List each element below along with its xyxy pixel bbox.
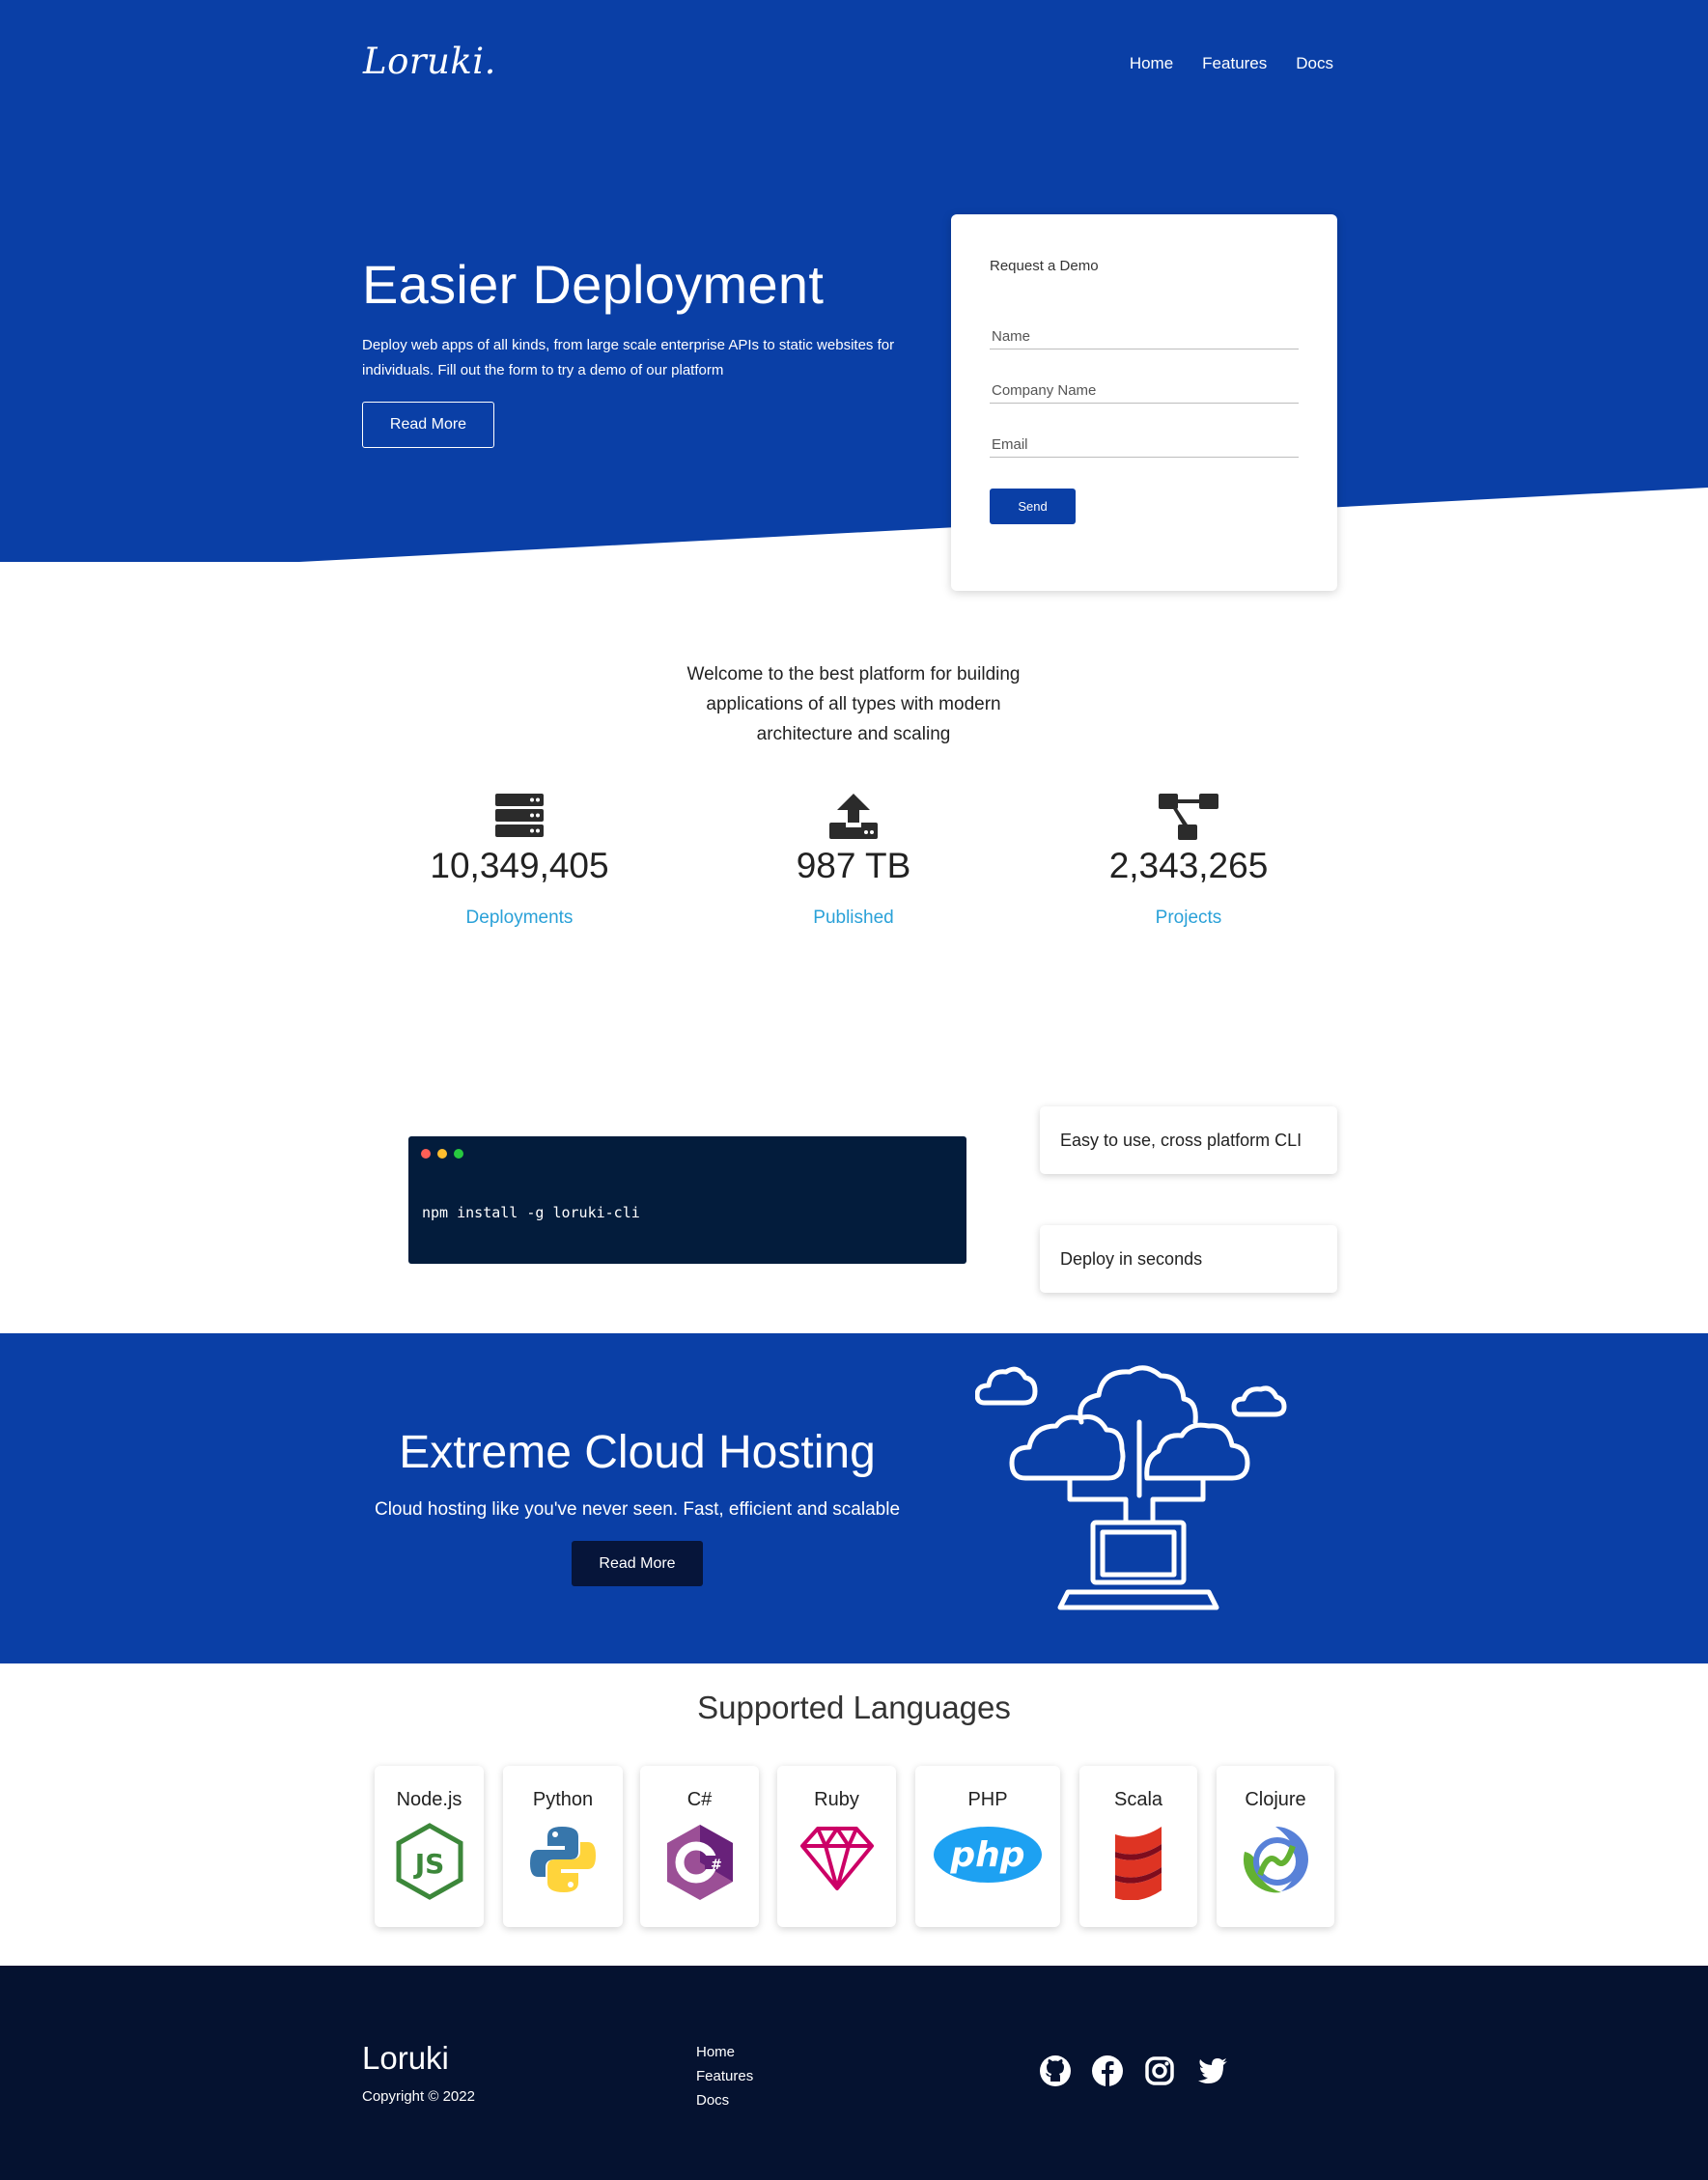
cloud-hosting-section: Extreme Cloud Hosting Cloud hosting like… bbox=[0, 1333, 1708, 1663]
demo-form-title: Request a Demo bbox=[990, 258, 1099, 274]
demo-form-card: Request a Demo Name Company Name Email S… bbox=[951, 214, 1337, 591]
footer-link-features[interactable]: Features bbox=[696, 2068, 753, 2084]
stat-projects: 2,343,265 Projects bbox=[1063, 794, 1314, 929]
maximize-dot bbox=[454, 1149, 463, 1159]
footer-link-home[interactable]: Home bbox=[696, 2044, 753, 2060]
language-name: Scala bbox=[1113, 1789, 1163, 1810]
cloud-laptop-illustration bbox=[975, 1365, 1287, 1610]
server-icon bbox=[394, 794, 645, 842]
svg-text:#: # bbox=[711, 1858, 722, 1873]
footer-copyright: Copyright © 2022 bbox=[362, 2088, 475, 2105]
footer-link-docs[interactable]: Docs bbox=[696, 2092, 753, 2109]
stat-label: Published bbox=[813, 908, 894, 928]
name-field-placeholder: Name bbox=[992, 328, 1031, 345]
stat-value: 987 TB bbox=[796, 846, 911, 885]
footer: Loruki Copyright © 2022 Home Features Do… bbox=[0, 1966, 1708, 2180]
email-field[interactable]: Email bbox=[990, 433, 1299, 458]
email-field-placeholder: Email bbox=[992, 436, 1028, 453]
hero-description: Deploy web apps of all kinds, from large… bbox=[362, 337, 895, 378]
hero-title: Easier Deployment bbox=[362, 254, 825, 315]
feature-card-deploy: Deploy in seconds bbox=[1040, 1225, 1337, 1293]
stat-deployments: 10,349,405 Deployments bbox=[394, 794, 645, 929]
minimize-dot bbox=[437, 1149, 447, 1159]
language-name: Clojure bbox=[1245, 1789, 1306, 1810]
stat-value: 10,349,405 bbox=[430, 846, 609, 885]
read-more-button[interactable]: Read More bbox=[362, 402, 494, 448]
stat-label: Deployments bbox=[465, 908, 574, 928]
twitter-icon[interactable] bbox=[1196, 2055, 1227, 2086]
project-diagram-icon bbox=[1063, 794, 1314, 842]
cli-command: npm install -g loruki-cli bbox=[422, 1204, 640, 1221]
terminal-window: npm install -g loruki-cli bbox=[408, 1136, 966, 1264]
logo[interactable]: Loruki. bbox=[363, 41, 496, 82]
hero-background bbox=[0, 0, 1708, 562]
language-name: Python bbox=[532, 1789, 594, 1810]
company-name-field[interactable]: Company Name bbox=[990, 378, 1299, 404]
welcome-text: Welcome to the best platform for buildin… bbox=[686, 664, 1021, 744]
social-links bbox=[1040, 2055, 1227, 2086]
php-icon: php bbox=[915, 1823, 1060, 1887]
nav-features[interactable]: Features bbox=[1202, 54, 1267, 73]
cloud-read-more-button[interactable]: Read More bbox=[572, 1541, 703, 1586]
name-field[interactable]: Name bbox=[990, 324, 1299, 349]
hero-section: Loruki. Home Features Docs Easier Deploy… bbox=[0, 0, 1708, 579]
ruby-icon bbox=[777, 1823, 896, 1892]
stat-value: 2,343,265 bbox=[1108, 846, 1269, 885]
window-controls bbox=[421, 1149, 463, 1159]
language-name: C# bbox=[686, 1789, 713, 1810]
svg-text:JS: JS bbox=[412, 1848, 444, 1880]
clojure-icon bbox=[1217, 1823, 1334, 1896]
svg-text:php: php bbox=[949, 1835, 1024, 1875]
languages-title: Supported Languages bbox=[697, 1690, 1011, 1725]
close-dot bbox=[421, 1149, 431, 1159]
language-card-clojure: Clojure bbox=[1217, 1766, 1334, 1927]
language-name: PHP bbox=[967, 1789, 1008, 1810]
facebook-icon[interactable] bbox=[1092, 2055, 1123, 2086]
csharp-icon: # bbox=[640, 1823, 759, 1902]
language-card-python: Python bbox=[503, 1766, 623, 1927]
language-card-ruby: Ruby bbox=[777, 1766, 896, 1927]
language-card-php: PHP php bbox=[915, 1766, 1060, 1927]
footer-links: Home Features Docs bbox=[696, 2044, 753, 2109]
upload-icon bbox=[728, 794, 979, 842]
footer-brand: Loruki bbox=[362, 2040, 449, 2076]
instagram-icon[interactable] bbox=[1144, 2055, 1175, 2086]
main-nav: Home Features Docs bbox=[1130, 54, 1333, 73]
github-icon[interactable] bbox=[1040, 2055, 1071, 2086]
stat-label: Projects bbox=[1155, 908, 1222, 928]
language-card-nodejs: Node.js JS bbox=[375, 1766, 484, 1927]
python-icon bbox=[503, 1823, 623, 1896]
feature-card-cli: Easy to use, cross platform CLI bbox=[1040, 1106, 1337, 1174]
scala-icon bbox=[1079, 1823, 1197, 1900]
language-card-scala: Scala bbox=[1079, 1766, 1197, 1927]
language-name: Node.js bbox=[396, 1789, 462, 1810]
language-card-csharp: C# # bbox=[640, 1766, 759, 1927]
nodejs-icon: JS bbox=[375, 1823, 484, 1900]
language-name: Ruby bbox=[814, 1789, 859, 1810]
company-field-placeholder: Company Name bbox=[992, 382, 1097, 399]
nav-home[interactable]: Home bbox=[1130, 54, 1173, 73]
stat-published: 987 TB Published bbox=[728, 794, 979, 929]
send-button[interactable]: Send bbox=[990, 489, 1076, 524]
nav-docs[interactable]: Docs bbox=[1296, 54, 1333, 73]
